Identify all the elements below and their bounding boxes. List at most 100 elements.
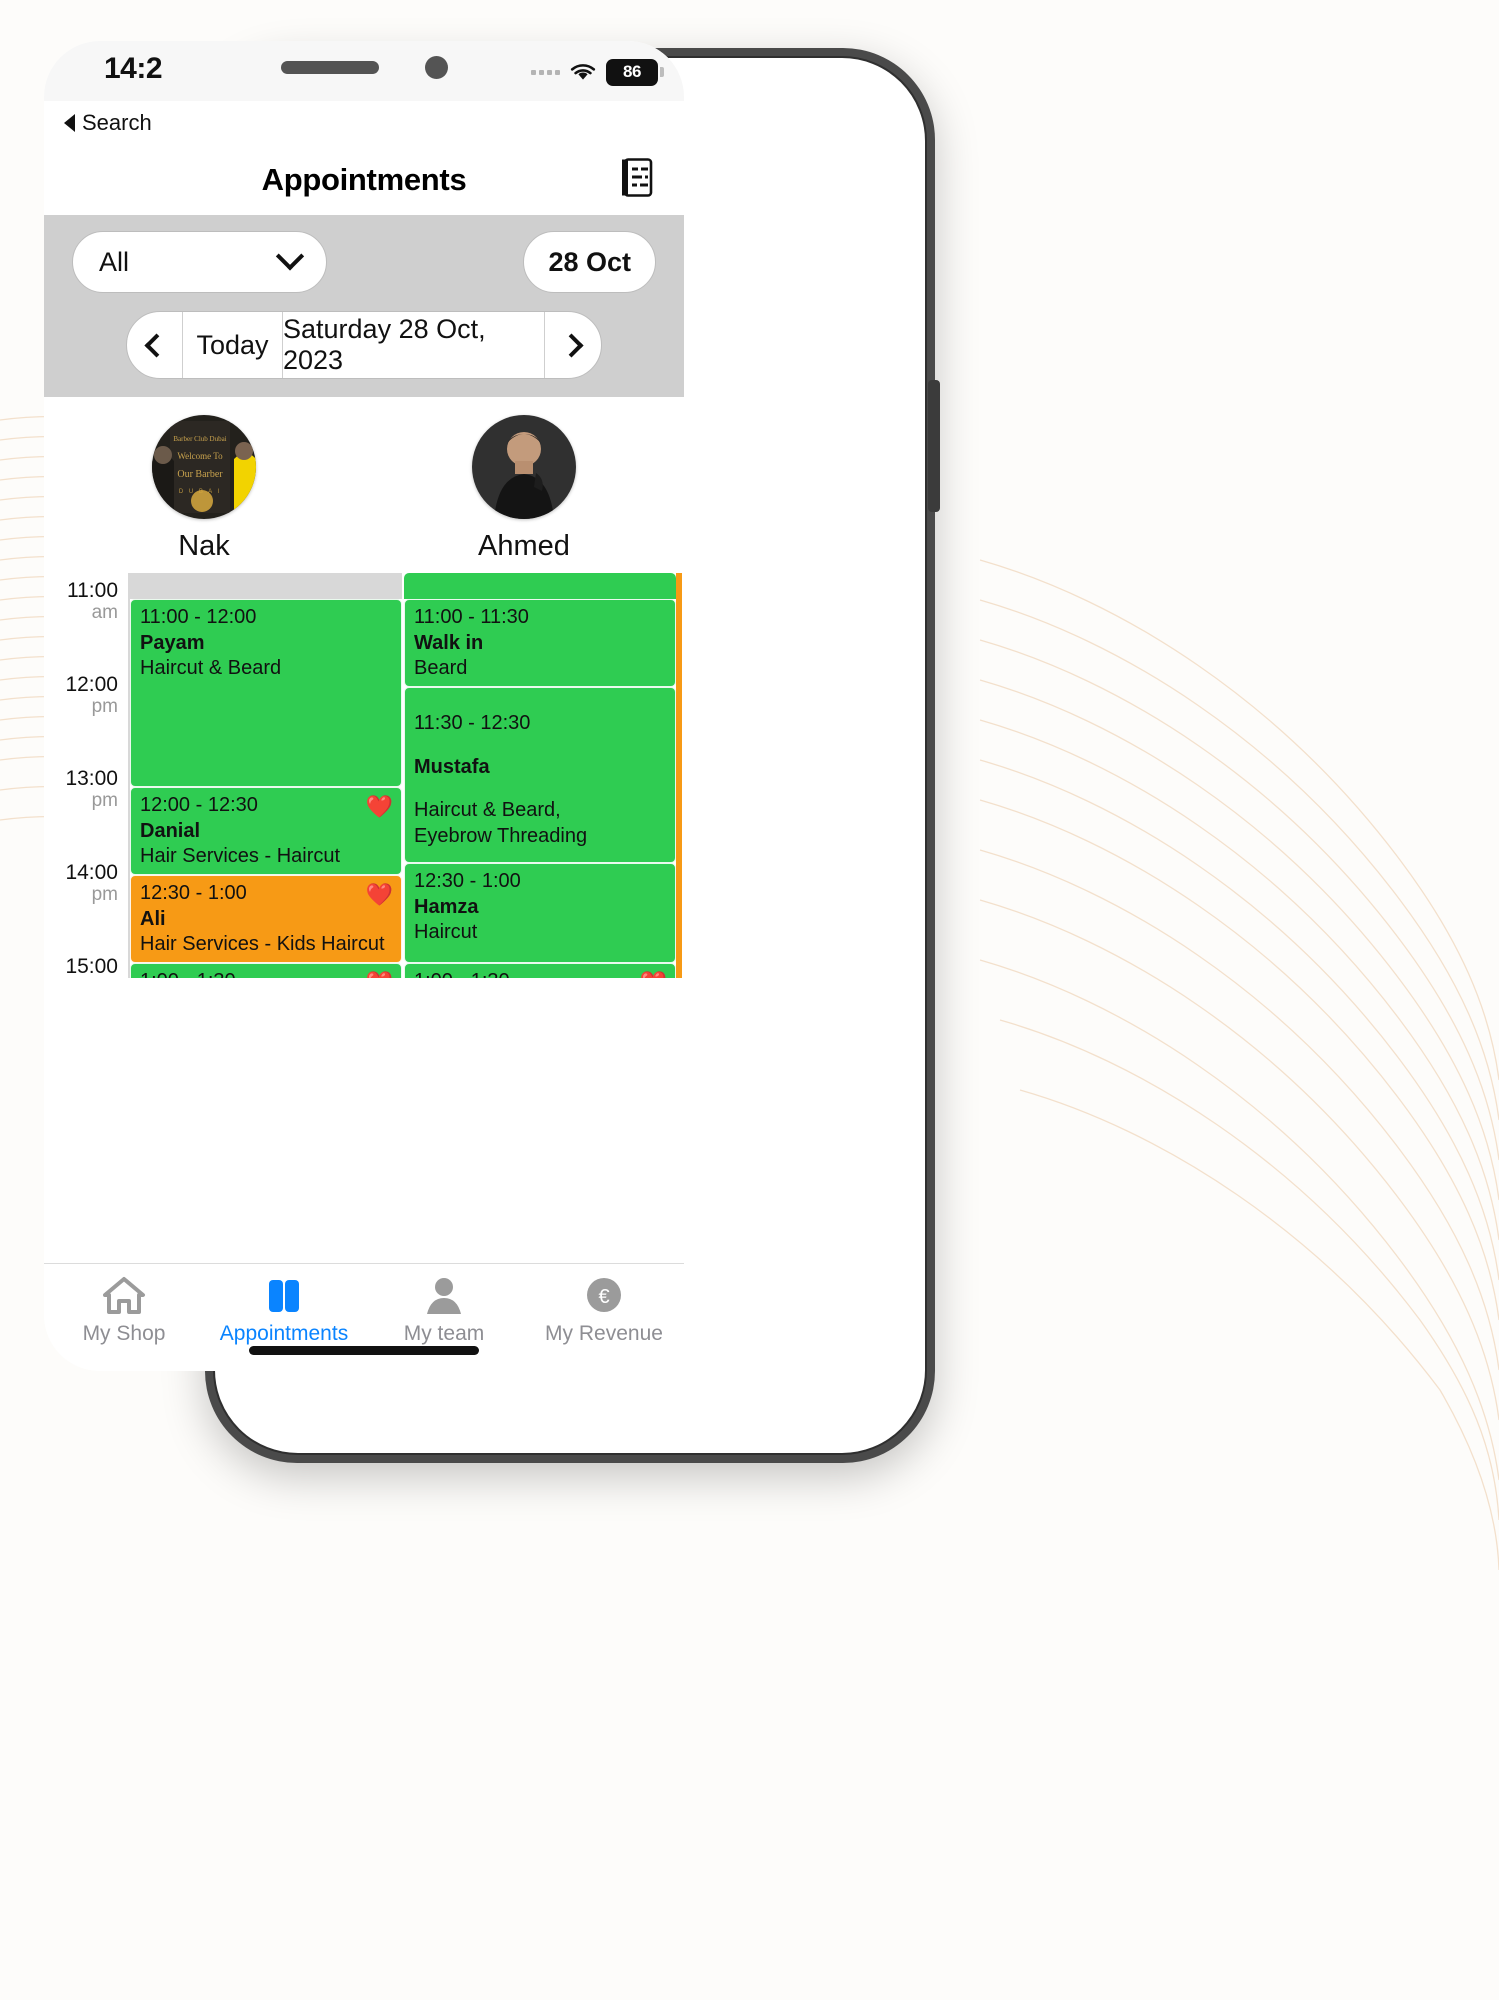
hour-label: 13:00 pm (65, 767, 118, 812)
hour-label: 12:00 pm (65, 673, 118, 718)
favorite-heart-icon: ❤️ (365, 882, 393, 907)
appointment-service: Haircut (414, 921, 478, 943)
status-time: 14:2 (104, 52, 163, 85)
page-title: Appointments (261, 162, 467, 197)
hour-meridiem: pm (91, 696, 118, 718)
home-indicator[interactable] (249, 1346, 479, 1355)
house-icon (103, 1277, 145, 1314)
navigation-bar: Appointments (44, 145, 684, 215)
tab-label: Appointments (219, 1322, 349, 1345)
appointment-client: Hamza (414, 896, 479, 918)
favorite-heart-icon: ❤️ (365, 794, 393, 819)
column-top-stub (130, 573, 402, 599)
appointment-card[interactable]: 12:30 - 1:00 Ali Hair Services - Kids Ha… (130, 875, 402, 963)
back-to-search-link[interactable]: Search (44, 101, 684, 145)
column-top-stub-ahmed (404, 573, 676, 599)
current-date-label: Saturday 28 Oct, 2023 (283, 314, 486, 375)
calendar-grid[interactable]: 11:00 am 12:00 pm 13:00 pm 14:00 pm 15:0… (44, 573, 684, 978)
appointment-time: 11:30 - 12:30 (414, 712, 531, 734)
earpiece-speaker (280, 60, 379, 74)
hour-value: 13:00 (65, 767, 118, 790)
chevron-right-icon (558, 332, 584, 358)
tab-my-team[interactable]: My team (364, 1274, 524, 1346)
appointment-time: 11:00 - 11:30 (414, 606, 529, 628)
svg-text:€: € (598, 1286, 609, 1308)
wifi-icon (570, 64, 596, 80)
avatar: Barber Club Dubai Welcome To Our Barber … (152, 415, 256, 519)
appointment-client: Walk in (414, 632, 484, 654)
back-triangle-icon (64, 114, 75, 132)
signal-dots-icon (531, 69, 560, 75)
status-bar: 14:2 86 (44, 41, 684, 101)
current-date-display[interactable]: Saturday 28 Oct, 2023 (283, 312, 545, 378)
battery-percent: 86 (622, 62, 642, 81)
appointment-card[interactable]: 1:00 - 1:30 Toma Hair Services - Haircut… (404, 963, 676, 978)
person-icon (427, 1278, 461, 1314)
battery-icon: 86 (606, 58, 664, 86)
appointment-card[interactable]: 12:30 - 1:00 Hamza Haircut (404, 863, 676, 963)
appointment-card[interactable]: 11:00 - 12:00 Payam Haircut & Beard (130, 599, 402, 787)
book-icon (269, 1280, 299, 1312)
hour-value: 12:00 (65, 673, 118, 696)
time-gutter: 11:00 am 12:00 pm 13:00 pm 14:00 pm 15:0… (44, 573, 128, 978)
hour-label: 15:00 (65, 955, 118, 978)
staff-header-row: Barber Club Dubai Welcome To Our Barber … (44, 397, 684, 573)
hour-value: 11:00 (67, 579, 118, 602)
svg-text:Our Barber: Our Barber (177, 469, 223, 480)
appointment-time: 1:00 - 1:30 (414, 969, 667, 978)
today-label: Today (196, 329, 269, 360)
appointment-card[interactable]: 1:00 - 1:30 Ali Hair Services - Kids Hai… (130, 963, 402, 978)
staff-column-ahmed[interactable]: Ahmed (364, 415, 684, 563)
favorite-heart-icon: ❤️ (640, 970, 667, 978)
appointment-service: Beard (414, 657, 468, 679)
notes-list-icon[interactable] (618, 157, 658, 204)
date-badge-button[interactable]: 28 Oct (523, 231, 656, 293)
appointment-time: 12:30 - 1:00 (414, 870, 521, 892)
appointment-card[interactable]: 12:00 - 12:30 Danial Hair Services - Hai… (130, 787, 402, 875)
hour-meridiem: pm (91, 884, 118, 906)
staff-name: Ahmed (478, 530, 570, 562)
hour-meridiem: am (91, 602, 118, 624)
favorite-heart-icon: ❤️ (366, 970, 393, 978)
svg-text:Barber Club Dubai: Barber Club Dubai (173, 435, 226, 443)
prev-day-button[interactable] (127, 312, 183, 378)
appointment-time: 12:00 - 12:30 (140, 794, 258, 816)
staff-column-nak[interactable]: Barber Club Dubai Welcome To Our Barber … (44, 415, 364, 563)
appointment-client: Payam (140, 632, 205, 654)
tab-my-revenue[interactable]: € My Revenue (524, 1274, 684, 1346)
staff-name: Nak (178, 530, 230, 562)
column-edge-stub (676, 573, 682, 599)
column-edge-marker (676, 599, 682, 978)
screenshot-stage: 14:2 86 Search Appointments All 28 Oct T… (0, 0, 1499, 2000)
today-button[interactable]: Today (183, 312, 283, 378)
tab-label: My Revenue (545, 1322, 663, 1345)
appointment-service: Haircut & Beard, Eyebrow Threading (414, 799, 588, 847)
back-link-label: Search (82, 110, 152, 135)
euro-circle-icon: € (587, 1278, 621, 1312)
date-badge-label: 28 Oct (548, 246, 631, 277)
next-day-button[interactable] (545, 312, 601, 378)
tab-label: My team (403, 1322, 485, 1345)
svg-text:Welcome To: Welcome To (177, 451, 223, 461)
appointment-card[interactable]: 11:00 - 11:30 Walk in Beard (404, 599, 676, 687)
tab-my-shop[interactable]: My Shop (44, 1274, 204, 1346)
tab-appointments[interactable]: Appointments (204, 1274, 364, 1346)
event-area: 11:00 - 12:00 Payam Haircut & Beard 12:0… (130, 573, 684, 978)
appointment-service: Hair Services - Haircut (140, 845, 341, 867)
appointment-time: 12:30 - 1:00 (140, 882, 247, 904)
hour-value: 15:00 (65, 955, 118, 978)
filter-bar: All 28 Oct Today Saturday 28 Oct, 2023 (44, 215, 684, 397)
staff-filter-value: All (99, 246, 130, 277)
appointment-card[interactable]: 11:30 - 12:30 Mustafa Haircut & Beard, E… (404, 687, 676, 863)
hour-label: 14:00 pm (65, 861, 118, 906)
chevron-down-icon (275, 242, 305, 271)
appointment-client: Ali (140, 908, 166, 930)
appointment-service: Haircut & Beard (140, 657, 282, 679)
avatar (472, 415, 576, 519)
appointment-client: Mustafa (414, 756, 490, 778)
power-button[interactable] (928, 380, 940, 512)
appointment-time: 11:00 - 12:00 (140, 606, 257, 628)
staff-filter-select[interactable]: All (72, 231, 327, 293)
front-camera (424, 55, 448, 79)
chevron-left-icon (144, 332, 169, 358)
